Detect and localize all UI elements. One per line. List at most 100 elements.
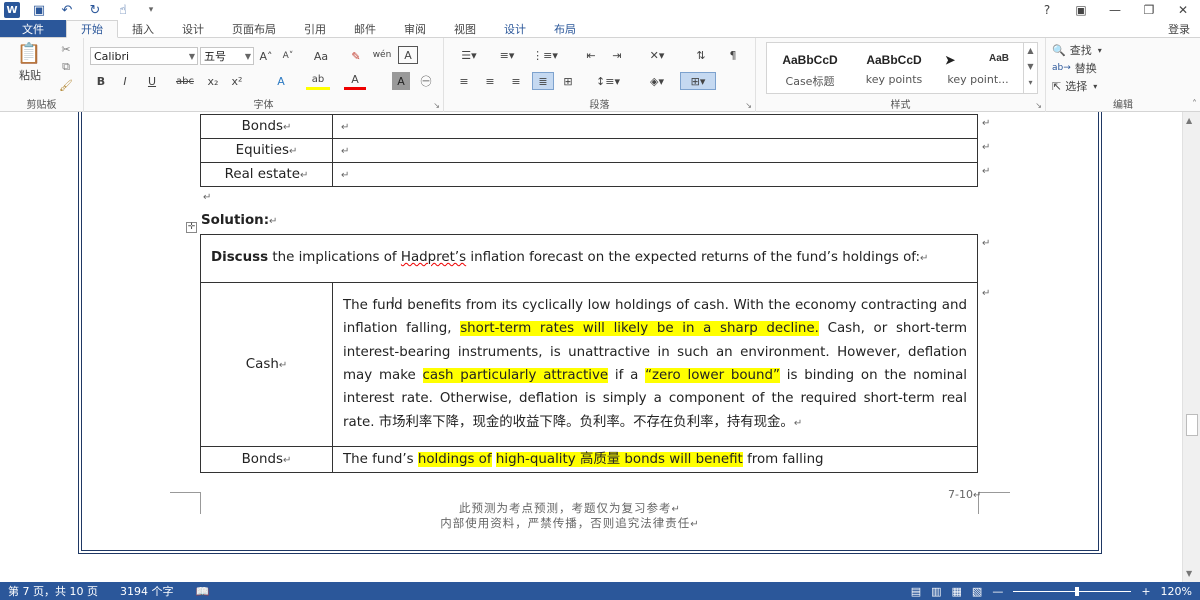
font-name-select[interactable]: Calibri ▼ (90, 47, 198, 65)
close-button[interactable]: ✕ (1166, 0, 1200, 20)
zoom-slider-thumb[interactable] (1075, 586, 1080, 596)
character-shading-button[interactable]: A (392, 72, 410, 90)
table-move-handle-icon[interactable]: ✛ (186, 222, 197, 233)
tab-page-layout[interactable]: 页面布局 (218, 20, 290, 37)
line-spacing-icon[interactable]: ↕≡▾ (592, 72, 624, 90)
numbering-icon[interactable]: ≡▾ (492, 46, 522, 64)
styles-scroll-icon[interactable]: ▲ ▼ ▾ (1023, 43, 1037, 93)
solution-heading[interactable]: Solution:↵ (201, 213, 277, 228)
zoom-slider[interactable] (1013, 586, 1132, 596)
paste-button[interactable]: 粘贴 (10, 68, 50, 82)
subscript-button[interactable]: x₂ (202, 72, 224, 90)
zoom-in-icon[interactable]: + (1141, 585, 1150, 598)
strikethrough-button[interactable]: abc (172, 72, 198, 90)
styles-dialog-launcher-icon[interactable]: ↘ (1035, 101, 1042, 110)
read-mode-icon[interactable]: ▥ (931, 585, 941, 598)
bold-button[interactable]: B (92, 72, 110, 90)
tab-home[interactable]: 开始 (66, 20, 118, 38)
font-size-select[interactable]: 五号 ▼ (200, 47, 254, 65)
align-right-icon[interactable]: ≡ (506, 72, 526, 90)
font-color-button[interactable]: A (344, 72, 366, 90)
style-key-point-bullet[interactable]: ➤ key point... (937, 45, 1019, 91)
bonds-answer-cell[interactable]: The fund’s holdings of high-quality 高质量 … (332, 445, 978, 474)
tab-table-design[interactable]: 设计 (490, 20, 540, 37)
page-count-status[interactable]: 第 7 页，共 10 页 (0, 583, 112, 599)
grow-font-button[interactable]: A˄ (256, 48, 276, 64)
decrease-indent-icon[interactable]: ⇤ (580, 46, 602, 64)
distributed-icon[interactable]: ⊞ (558, 72, 578, 90)
cash-answer-cell[interactable]: The fund benefits from its cyclically lo… (332, 282, 978, 447)
increase-indent-icon[interactable]: ⇥ (606, 46, 628, 64)
chinese-layout-icon[interactable]: ✕▾ (642, 46, 672, 64)
tab-design[interactable]: 设计 (168, 20, 218, 37)
scroll-down-icon[interactable]: ▼ (1186, 569, 1192, 578)
touch-mode-icon[interactable]: ☝ (114, 2, 132, 18)
redo-icon[interactable]: ↻ (86, 2, 104, 18)
table-cell[interactable]: ↵ (332, 138, 978, 163)
question-cell[interactable]: Discuss the implications of Hadpret’s in… (200, 234, 978, 283)
tab-mailings[interactable]: 邮件 (340, 20, 390, 37)
scroll-thumb[interactable] (1186, 414, 1198, 436)
proofing-icon[interactable]: 📖 (187, 585, 223, 598)
sort-icon[interactable]: ⇅ (690, 46, 712, 64)
cash-label-cell[interactable]: Cash↵ (200, 282, 333, 447)
change-case-button[interactable]: Aa (306, 48, 336, 64)
text-effects-button[interactable]: A (270, 72, 292, 90)
table-cell[interactable]: Bonds↵ (200, 114, 333, 139)
justify-icon[interactable]: ≣ (532, 72, 554, 90)
tab-insert[interactable]: 插入 (118, 20, 168, 37)
italic-button[interactable]: I (116, 72, 134, 90)
tab-table-layout[interactable]: 布局 (540, 20, 590, 37)
clear-formatting-button[interactable]: ✎ (346, 48, 366, 64)
tab-references[interactable]: 引用 (290, 20, 340, 37)
replace-button[interactable]: ab→ 替换 (1052, 60, 1142, 76)
phonetic-guide-button[interactable]: wén (370, 46, 394, 64)
find-button[interactable]: 🔍 查找 ▾ (1052, 42, 1142, 58)
cut-icon[interactable]: ✂ (58, 42, 74, 56)
multilevel-list-icon[interactable]: ⋮≡▾ (530, 46, 560, 64)
align-center-icon[interactable]: ≡ (480, 72, 500, 90)
underline-button[interactable]: U (140, 72, 164, 90)
tab-view[interactable]: 视图 (440, 20, 490, 37)
collapse-ribbon-icon[interactable]: ˄ (1192, 99, 1197, 110)
enclose-characters-button[interactable]: ㊀ (416, 72, 436, 90)
restore-button[interactable]: ❐ (1132, 0, 1166, 20)
login-link[interactable]: 登录 (1168, 20, 1190, 38)
save-icon[interactable]: ▣ (30, 2, 48, 18)
bullets-icon[interactable]: ☰▾ (454, 46, 484, 64)
borders-icon[interactable]: ⊞▾ (680, 72, 716, 90)
shrink-font-button[interactable]: A˅ (278, 48, 298, 64)
customize-qat-icon[interactable]: ▾ (142, 2, 160, 18)
web-layout-icon[interactable]: ▧ (972, 585, 982, 598)
help-button[interactable]: ? (1030, 0, 1064, 20)
show-formatting-marks-icon[interactable]: ¶ (722, 46, 744, 64)
scroll-up-icon[interactable]: ▲ (1186, 116, 1192, 125)
character-border-button[interactable]: A (398, 46, 418, 64)
superscript-button[interactable]: x² (226, 72, 248, 90)
highlight-color-button[interactable]: ab (306, 72, 330, 90)
zoom-level[interactable]: 120% (1161, 585, 1192, 598)
table-cell[interactable]: Equities↵ (200, 138, 333, 163)
minimize-button[interactable]: — (1098, 0, 1132, 20)
ribbon-display-options-button[interactable]: ▣ (1064, 0, 1098, 20)
bonds-label-cell[interactable]: Bonds↵ (200, 445, 333, 474)
shading-icon[interactable]: ◈▾ (642, 72, 672, 90)
macro-record-icon[interactable]: ▤ (911, 585, 921, 598)
print-layout-icon[interactable]: ▦ (952, 585, 962, 598)
zoom-out-icon[interactable]: — (992, 585, 1003, 598)
format-painter-icon[interactable]: 🖌 (58, 78, 74, 92)
word-count-status[interactable]: 3194 个字 (112, 583, 188, 599)
table-cell[interactable]: Real estate↵ (200, 162, 333, 187)
table-cell[interactable]: ↵ (332, 114, 978, 139)
style-key-points[interactable]: AaBbCcD key points (853, 45, 935, 91)
font-dialog-launcher-icon[interactable]: ↘ (433, 101, 440, 110)
undo-icon[interactable]: ↶ (58, 2, 76, 18)
word-app-icon[interactable]: W (4, 2, 20, 18)
paragraph-dialog-launcher-icon[interactable]: ↘ (745, 101, 752, 110)
tab-review[interactable]: 审阅 (390, 20, 440, 37)
tab-file[interactable]: 文件 (0, 20, 66, 37)
align-left-icon[interactable]: ≡ (454, 72, 474, 90)
paste-icon[interactable]: 📋 (14, 40, 44, 66)
copy-icon[interactable]: ⧉ (58, 60, 74, 74)
table-cell[interactable]: ↵ (332, 162, 978, 187)
